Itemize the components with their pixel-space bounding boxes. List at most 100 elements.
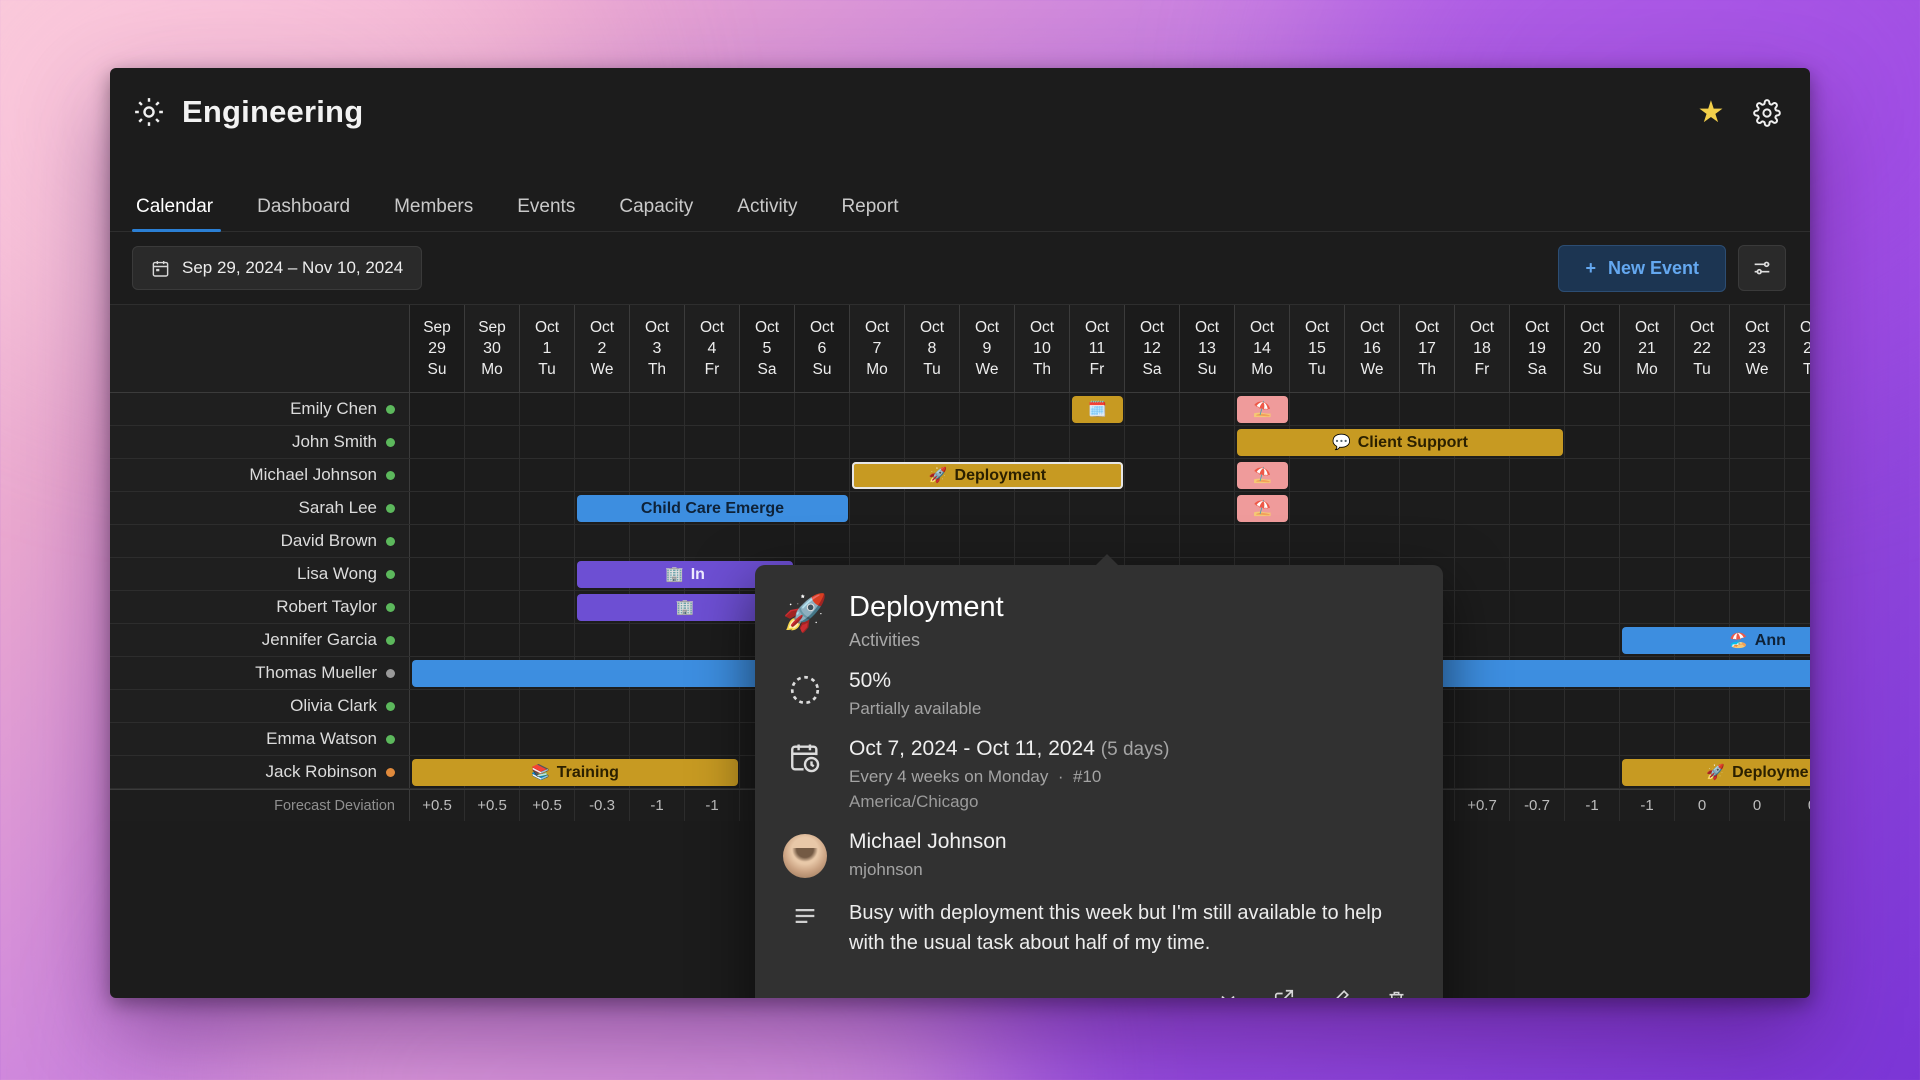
calendar-cell[interactable] (410, 426, 465, 458)
calendar-cell[interactable] (630, 723, 685, 755)
calendar-cell[interactable] (740, 426, 795, 458)
calendar-cell[interactable] (1730, 426, 1785, 458)
calendar-cell[interactable] (520, 624, 575, 656)
calendar-cell[interactable] (1785, 426, 1810, 458)
calendar-cell[interactable] (1785, 393, 1810, 425)
calendar-cell[interactable] (465, 459, 520, 491)
calendar-cell[interactable] (1785, 525, 1810, 557)
calendar-cell[interactable] (905, 525, 960, 557)
calendar-cell[interactable] (1455, 558, 1510, 590)
calendar-cell[interactable] (465, 723, 520, 755)
member-row-label[interactable]: Jennifer Garcia (110, 624, 410, 656)
calendar-cell[interactable] (1070, 492, 1125, 524)
calendar-cell[interactable] (520, 393, 575, 425)
calendar-cell[interactable] (1620, 459, 1675, 491)
event-bar[interactable]: Child Care Emerge (577, 495, 848, 522)
calendar-cell[interactable] (410, 690, 465, 722)
calendar-cell[interactable] (465, 525, 520, 557)
gear-icon[interactable] (1750, 96, 1784, 130)
calendar-cell[interactable] (1290, 492, 1345, 524)
calendar-cell[interactable] (630, 393, 685, 425)
calendar-cell[interactable] (1125, 393, 1180, 425)
calendar-cell[interactable] (465, 690, 520, 722)
calendar-cell[interactable] (1180, 393, 1235, 425)
calendar-cell[interactable] (520, 459, 575, 491)
calendar-cell[interactable] (795, 426, 850, 458)
event-bar[interactable]: ⛱️ (1237, 462, 1288, 489)
member-row-label[interactable]: Emma Watson (110, 723, 410, 755)
calendar-cell[interactable] (1565, 723, 1620, 755)
calendar-cell[interactable] (1675, 426, 1730, 458)
calendar-cell[interactable] (1070, 525, 1125, 557)
calendar-cell[interactable] (1400, 525, 1455, 557)
tab-report[interactable]: Report (819, 196, 920, 231)
calendar-cell[interactable] (960, 492, 1015, 524)
calendar-cell[interactable] (1455, 393, 1510, 425)
calendar-cell[interactable] (1730, 459, 1785, 491)
calendar-cell[interactable] (1510, 525, 1565, 557)
calendar-cell[interactable] (1510, 624, 1565, 656)
calendar-cell[interactable] (1180, 525, 1235, 557)
calendar-cell[interactable] (1510, 690, 1565, 722)
calendar-cell[interactable] (1015, 426, 1070, 458)
calendar-cell[interactable] (1620, 690, 1675, 722)
calendar-cell[interactable] (1620, 492, 1675, 524)
calendar-cell[interactable] (685, 690, 740, 722)
calendar-cell[interactable] (575, 525, 630, 557)
calendar-cell[interactable] (575, 723, 630, 755)
calendar-cell[interactable] (1730, 525, 1785, 557)
calendar-cell[interactable] (1235, 525, 1290, 557)
calendar-cell[interactable] (1785, 690, 1810, 722)
calendar-cell[interactable] (410, 459, 465, 491)
delete-trash-icon[interactable] (1383, 986, 1409, 998)
calendar-cell[interactable] (1510, 492, 1565, 524)
calendar-cell[interactable] (520, 690, 575, 722)
calendar-cell[interactable] (1620, 525, 1675, 557)
calendar-cell[interactable] (575, 459, 630, 491)
member-row-label[interactable]: Sarah Lee (110, 492, 410, 524)
calendar-cell[interactable] (465, 591, 520, 623)
calendar-cell[interactable] (1675, 723, 1730, 755)
member-row-label[interactable]: Thomas Mueller (110, 657, 410, 689)
new-event-button[interactable]: + New Event (1558, 244, 1726, 292)
calendar-cell[interactable] (740, 459, 795, 491)
calendar-cell[interactable] (795, 393, 850, 425)
calendar-cell[interactable] (575, 393, 630, 425)
collapse-chevron-icon[interactable] (1215, 986, 1241, 998)
calendar-cell[interactable] (465, 624, 520, 656)
calendar-cell[interactable] (410, 723, 465, 755)
calendar-cell[interactable] (1565, 591, 1620, 623)
calendar-cell[interactable] (1785, 591, 1810, 623)
calendar-cell[interactable] (1290, 525, 1345, 557)
calendar-cell[interactable] (1565, 558, 1620, 590)
open-external-icon[interactable] (1271, 986, 1297, 998)
calendar-cell[interactable] (465, 393, 520, 425)
event-bar[interactable]: 🗓️ (1072, 396, 1123, 423)
calendar-cell[interactable] (1510, 558, 1565, 590)
tab-capacity[interactable]: Capacity (597, 196, 715, 231)
calendar-cell[interactable] (1730, 492, 1785, 524)
event-bar[interactable]: ⛱️ (1237, 396, 1288, 423)
calendar-cell[interactable] (1675, 492, 1730, 524)
calendar-cell[interactable] (1675, 591, 1730, 623)
calendar-cell[interactable] (795, 459, 850, 491)
calendar-cell[interactable] (1730, 690, 1785, 722)
tab-members[interactable]: Members (372, 196, 495, 231)
calendar-cell[interactable] (685, 459, 740, 491)
member-row-label[interactable]: Michael Johnson (110, 459, 410, 491)
calendar-cell[interactable] (685, 723, 740, 755)
calendar-cell[interactable] (1125, 492, 1180, 524)
calendar-cell[interactable] (1730, 723, 1785, 755)
calendar-cell[interactable] (685, 426, 740, 458)
calendar-cell[interactable] (1675, 393, 1730, 425)
event-bar[interactable]: ⛱️ (1237, 495, 1288, 522)
calendar-cell[interactable] (1565, 426, 1620, 458)
calendar-cell[interactable] (410, 492, 465, 524)
calendar-cell[interactable] (1180, 492, 1235, 524)
calendar-cell[interactable] (1180, 459, 1235, 491)
event-bar[interactable]: 💬 Client Support (1237, 429, 1563, 456)
calendar-cell[interactable] (1620, 558, 1675, 590)
tab-events[interactable]: Events (495, 196, 597, 231)
calendar-cell[interactable] (630, 426, 685, 458)
calendar-cell[interactable] (1675, 558, 1730, 590)
